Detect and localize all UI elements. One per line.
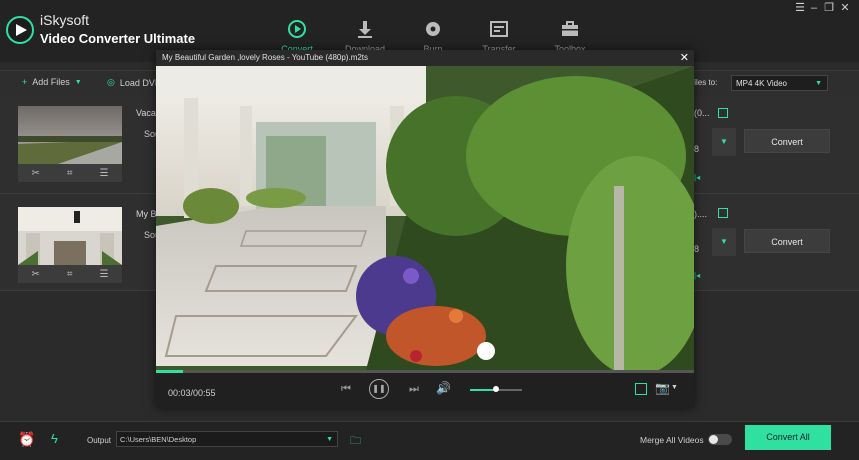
format-dropdown-icon[interactable]: ▼ (712, 128, 736, 156)
video-player: My Beautiful Garden ,lovely Roses - YouT… (156, 50, 694, 408)
previous-icon[interactable]: ⏮ (341, 383, 351, 396)
seek-progress (156, 370, 183, 373)
menu-icon[interactable]: ☰ (793, 2, 807, 14)
volume-icon[interactable]: 🔊 (436, 381, 451, 395)
player-header: My Beautiful Garden ,lovely Roses - YouT… (156, 50, 694, 66)
transfer-icon (464, 18, 534, 40)
minimize-icon[interactable]: – (807, 2, 821, 14)
volume-slider[interactable] (470, 386, 522, 392)
volume-handle[interactable] (493, 386, 499, 392)
convert-icon (262, 18, 332, 40)
download-icon (330, 18, 400, 40)
output-path-field[interactable]: C:\Users\BEN\Desktop ▼ (116, 431, 338, 447)
thumbnail-tools: ✂ ⌗ ☰ (18, 265, 122, 283)
edit-icon[interactable] (718, 208, 728, 218)
effects-icon[interactable]: ☰ (100, 269, 109, 280)
snapshot-icon[interactable]: 📷 (655, 381, 670, 395)
target-format-select[interactable]: MP4 4K Video ▼ (731, 75, 828, 91)
tab-burn[interactable]: Burn (398, 18, 468, 52)
plus-icon: + (22, 77, 28, 87)
bottom-bar: ⏰ ϟ Output C:\Users\BEN\Desktop ▼ 🗀 Merg… (0, 421, 859, 460)
add-files-label: Add Files (32, 77, 70, 87)
format-dropdown-icon[interactable]: ▼ (712, 228, 736, 256)
fullscreen-icon[interactable] (635, 383, 647, 395)
target-size: 8 (694, 144, 700, 154)
target-size: 8 (694, 244, 700, 254)
output-label: Output (87, 436, 112, 445)
chevron-down-icon[interactable]: ▼ (75, 79, 82, 86)
trim-icon[interactable]: ✂ (32, 168, 40, 179)
folder-icon[interactable]: 🗀 (350, 432, 361, 451)
edit-icon[interactable] (718, 108, 728, 118)
app-brand: iSkysoft (40, 12, 90, 28)
tab-toolbox[interactable]: Toolbox (535, 18, 605, 52)
video-thumbnail[interactable] (18, 207, 122, 265)
convert-all-button[interactable]: Convert All (745, 425, 831, 450)
seek-bar[interactable] (156, 370, 694, 373)
thumbnail-tools: ✂ ⌗ ☰ (18, 164, 122, 182)
chevron-down-icon: ▼ (326, 436, 333, 443)
close-icon[interactable]: ✕ (838, 2, 852, 14)
app-logo-icon (6, 16, 34, 44)
schedule-icon[interactable]: ⏰ (18, 431, 35, 448)
convert-button[interactable]: Convert (744, 129, 830, 153)
merge-toggle[interactable] (708, 434, 732, 445)
pause-button[interactable]: ❚❚ (369, 379, 389, 399)
close-icon[interactable]: ✕ (680, 51, 689, 64)
output-path-value: C:\Users\BEN\Desktop (120, 435, 197, 444)
chevron-down-icon[interactable]: ▼ (671, 384, 678, 391)
target-info: ).... (694, 209, 707, 219)
trim-icon[interactable]: ✂ (32, 269, 40, 280)
high-speed-icon[interactable]: ϟ (51, 431, 58, 446)
next-icon[interactable]: ⏭ (409, 383, 419, 396)
dvd-icon: ◎ (107, 77, 115, 87)
tab-transfer[interactable]: Transfer (464, 18, 534, 52)
convert-button[interactable]: Convert (744, 229, 830, 253)
burn-icon (398, 18, 468, 40)
effects-icon[interactable]: ☰ (100, 168, 109, 179)
target-format-value: MP4 4K Video (736, 79, 787, 88)
tab-download[interactable]: Download (330, 18, 400, 52)
time-display: 00:03/00:55 (168, 388, 216, 398)
player-title: My Beautiful Garden ,lovely Roses - YouT… (162, 53, 369, 62)
video-frame[interactable] (156, 66, 694, 370)
tab-convert[interactable]: Convert (262, 18, 332, 52)
restore-icon[interactable]: ❐ (822, 2, 836, 14)
toolbox-icon (535, 18, 605, 40)
video-thumbnail[interactable] (18, 106, 122, 164)
add-files-button[interactable]: + Add Files ▼ (22, 77, 82, 87)
chevron-down-icon: ▼ (815, 80, 822, 87)
load-dvd-button[interactable]: ◎ Load DVD (107, 77, 161, 88)
target-info: (0... (694, 108, 710, 118)
merge-label: Merge All Videos (640, 435, 704, 445)
crop-icon[interactable]: ⌗ (67, 168, 73, 179)
crop-icon[interactable]: ⌗ (67, 269, 73, 280)
app-title: Video Converter Ultimate (40, 31, 196, 46)
target-format-label: files to: (692, 78, 718, 87)
